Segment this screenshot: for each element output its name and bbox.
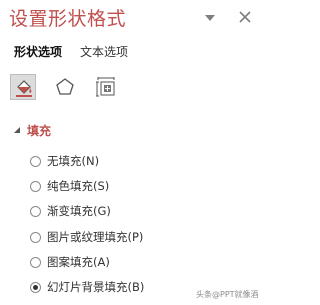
tab-shape-options[interactable]: 形状选项 xyxy=(14,44,62,64)
size-properties-icon xyxy=(96,77,115,97)
tab-text-options[interactable]: 文本选项 xyxy=(80,44,128,64)
radio-label: 图片或纹理填充(P) xyxy=(47,230,144,244)
radio-label: 渐变填充(G) xyxy=(47,204,111,218)
close-icon[interactable] xyxy=(236,8,254,26)
effects-pentagon-icon xyxy=(56,78,74,95)
fill-section-header[interactable]: 填充 xyxy=(12,121,51,139)
radio-picture-texture-fill[interactable]: 图片或纹理填充(P) xyxy=(30,228,143,246)
caret-expanded-icon xyxy=(14,127,20,133)
radio-button[interactable] xyxy=(30,155,41,167)
fill-line-button[interactable] xyxy=(10,74,36,100)
option-tabs: 形状选项 文本选项 xyxy=(14,44,128,64)
watermark-text: 头条@PPT就像酒 xyxy=(196,290,259,299)
radio-label: 纯色填充(S) xyxy=(47,179,110,193)
size-properties-button[interactable] xyxy=(93,74,119,100)
pane-header: 设置形状格式 xyxy=(0,0,270,40)
effects-button[interactable] xyxy=(52,74,78,100)
radio-label: 无填充(N) xyxy=(47,154,100,168)
fill-line-icon xyxy=(16,80,32,97)
radio-slide-background-fill[interactable]: 幻灯片背景填充(B) xyxy=(30,278,144,296)
radio-button[interactable] xyxy=(30,180,41,192)
radio-gradient-fill[interactable]: 渐变填充(G) xyxy=(30,202,111,220)
radio-button[interactable] xyxy=(30,256,41,268)
radio-button[interactable] xyxy=(30,205,41,217)
radio-button[interactable] xyxy=(30,231,41,243)
radio-pattern-fill[interactable]: 图案填充(A) xyxy=(30,253,110,271)
radio-no-fill[interactable]: 无填充(N) xyxy=(30,152,99,170)
radio-label: 幻灯片背景填充(B) xyxy=(47,280,145,294)
radio-button-checked[interactable] xyxy=(30,281,41,293)
radio-label: 图案填充(A) xyxy=(47,255,110,269)
radio-solid-fill[interactable]: 纯色填充(S) xyxy=(30,177,109,195)
pane-title: 设置形状格式 xyxy=(9,8,127,30)
chevron-down-icon[interactable] xyxy=(204,13,216,23)
fill-section-label: 填充 xyxy=(27,123,52,138)
